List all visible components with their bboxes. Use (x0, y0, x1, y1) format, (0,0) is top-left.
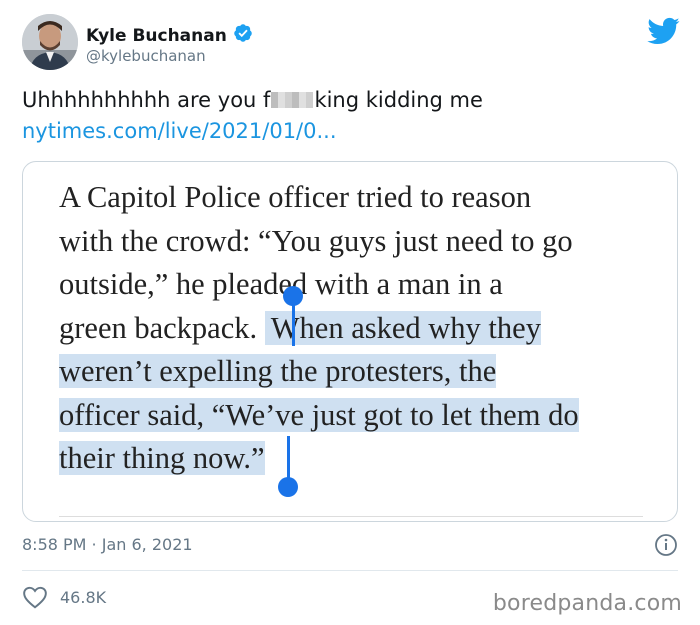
avatar[interactable] (22, 14, 78, 70)
article-text: outside,” he pleaded with a man in a (59, 267, 503, 301)
article-text: A Capitol Police officer tried to reason (59, 180, 532, 214)
highlighted-text: weren’t expelling the protesters, the (59, 354, 497, 388)
info-icon[interactable] (654, 533, 678, 557)
footer-divider (22, 570, 678, 571)
tweet-text: Uhhhhhhhhhh are you f king kidding me (22, 88, 483, 112)
heart-icon[interactable] (22, 585, 48, 609)
censor-blur (271, 92, 314, 108)
verified-badge-icon (233, 23, 253, 48)
like-count: 46.8K (60, 587, 107, 607)
article-line: weren’t expelling the protesters, the (59, 350, 659, 394)
selection-end-handle[interactable] (278, 477, 298, 497)
article-line: their thing now.” (59, 437, 659, 481)
article-line: officer said, “We’ve just got to let the… (59, 394, 659, 438)
highlighted-text: their thing now.” (59, 441, 265, 475)
highlighted-text: officer said, “We’ve just got to let the… (59, 397, 579, 432)
article-line: A Capitol Police officer tried to reason (59, 176, 659, 220)
tweet-timestamp[interactable]: 8:58 PM · Jan 6, 2021 (22, 535, 193, 554)
author-handle[interactable]: @kylebuchanan (86, 47, 206, 65)
article-line: outside,” he pleaded with a man in a (59, 263, 659, 307)
author-display-name[interactable]: Kyle Buchanan (86, 26, 227, 46)
article-snippet: A Capitol Police officer tried to reason… (59, 176, 659, 481)
article-line: with the crowd: “You guys just need to g… (59, 220, 659, 264)
article-link[interactable]: nytimes.com/live/2021/01/0... (22, 119, 337, 143)
selection-start-bar (292, 298, 295, 346)
article-text: with the crowd: “You guys just need to g… (59, 223, 573, 258)
twitter-bird-icon[interactable] (646, 16, 680, 46)
tweet-text-part-1: Uhhhhhhhhhh are you f (22, 88, 271, 112)
article-line: green backpack. When asked why they (59, 307, 659, 351)
highlighted-text: When asked why they (264, 310, 541, 345)
article-divider (59, 516, 643, 517)
tweet-header: Kyle Buchanan @kylebuchanan (22, 14, 682, 78)
tweet-text-part-2: king kidding me (314, 88, 483, 112)
like-action[interactable]: 46.8K (22, 585, 106, 609)
article-text: green backpack. (59, 310, 258, 345)
media-card[interactable]: A Capitol Police officer tried to reason… (22, 161, 678, 522)
watermark: boredpanda.com (492, 591, 682, 616)
